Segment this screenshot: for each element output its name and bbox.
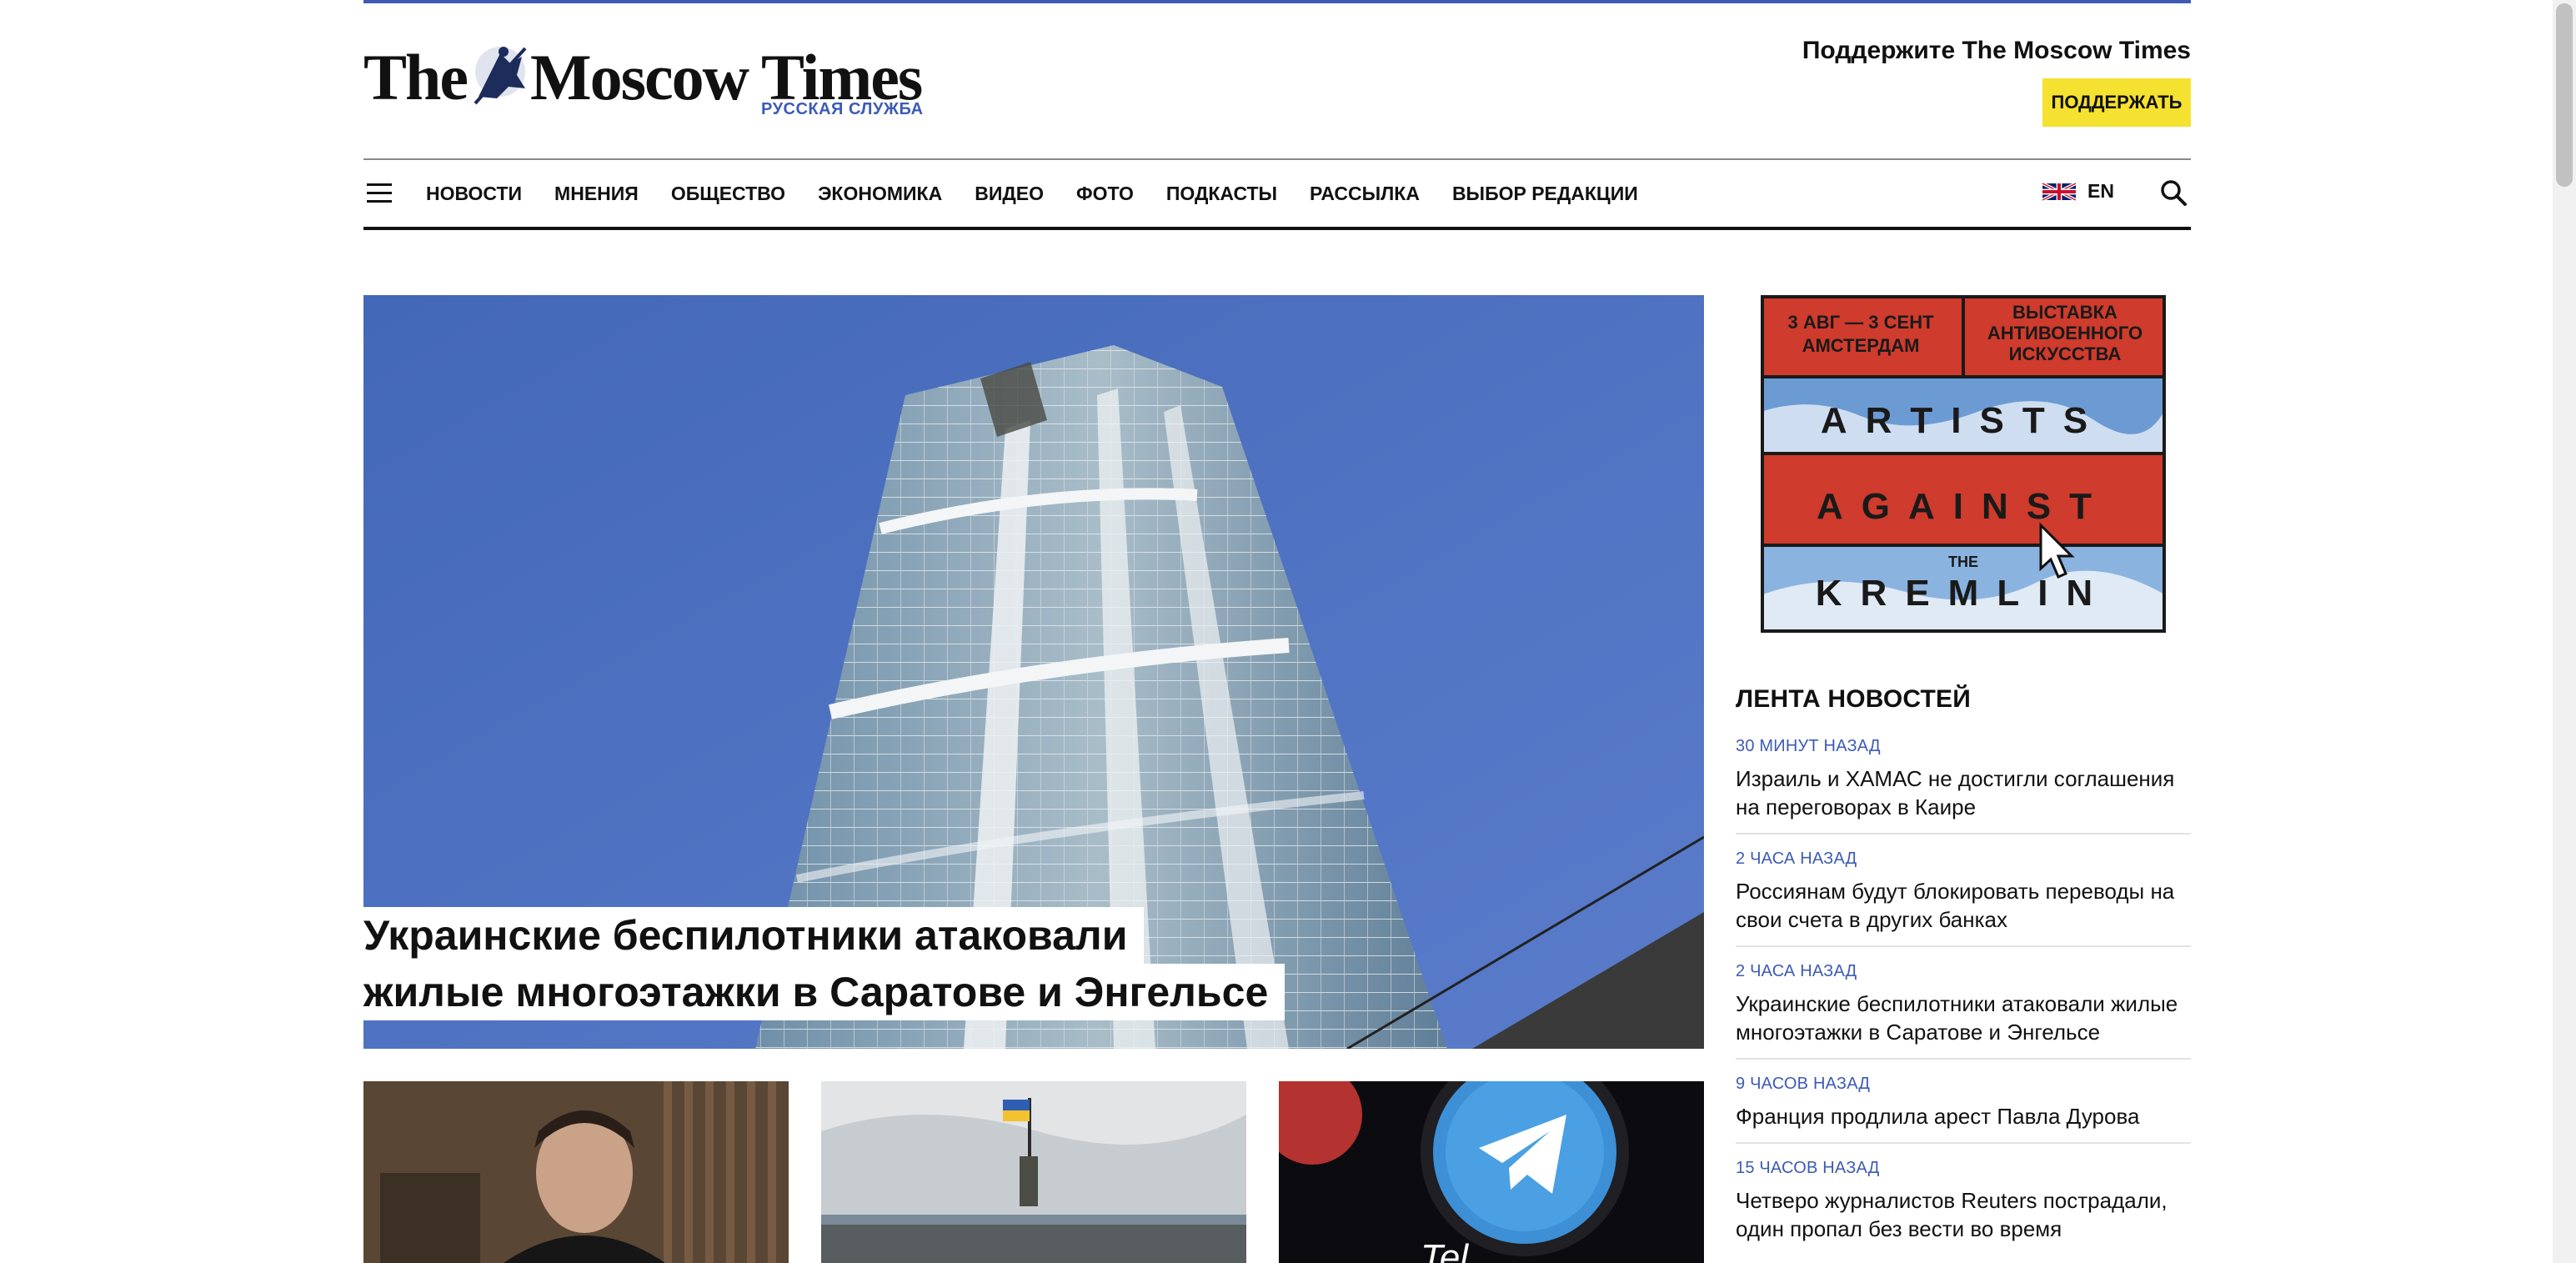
news-feed-headline[interactable]: Израиль и ХАМАС не достигли соглашения н… xyxy=(1736,764,2191,821)
hero-title-line-1: Украинские беспилотники атаковали xyxy=(363,907,1145,964)
hero-title-line-2: жилые многоэтажки в Саратове и Энгельсе xyxy=(363,964,1285,1020)
main-nav: НОВОСТИ МНЕНИЯ ОБЩЕСТВО ЭКОНОМИКА ВИДЕО … xyxy=(363,158,2191,230)
support-button[interactable]: ПОДДЕРЖАТЬ xyxy=(2042,78,2191,127)
ad-exhibit-line-1: ВЫСТАВКА xyxy=(2012,302,2117,323)
language-switch[interactable]: EN xyxy=(2042,180,2114,203)
ad-word-against: AGAINST xyxy=(1817,486,2110,527)
ad-dates-line-2: АМСТЕРДАМ xyxy=(1802,335,1920,356)
ad-exhibit-line-3: ИСКУССТВА xyxy=(2009,343,2122,364)
ad-word-kremlin: KREMLIN xyxy=(1816,573,2111,614)
news-feed-item[interactable]: 30 МИНУТ НАЗАД Израиль и ХАМАС не достиг… xyxy=(1736,737,2191,834)
page-scrollbar-track[interactable] xyxy=(2553,0,2576,1263)
hamburger-menu-icon[interactable] xyxy=(367,183,392,203)
thumbnail-article-flag[interactable] xyxy=(821,1081,1246,1263)
news-feed-item[interactable]: 15 ЧАСОВ НАЗАД Четверо журналистов Reute… xyxy=(1736,1159,2191,1255)
news-feed-time: 2 ЧАСА НАЗАД xyxy=(1736,962,1857,980)
hero-title[interactable]: Украинские беспилотники атаковали жилые … xyxy=(363,907,1285,1020)
search-icon[interactable] xyxy=(2159,178,2188,207)
site-header: The Moscow Times РУССКАЯ СЛУЖБА Поддержит… xyxy=(363,3,2191,158)
ad-exhibit-line-2: АНТИВОЕННОГО xyxy=(1987,323,2142,343)
news-feed-headline[interactable]: Четверо журналистов Reuters пострадали, … xyxy=(1736,1186,2191,1243)
ad-word-the: THE xyxy=(1948,554,1978,570)
nav-item-society[interactable]: ОБЩЕСТВО xyxy=(671,183,785,205)
ad-dates-line-1: 3 АВГ — 3 СЕНТ xyxy=(1787,312,1934,333)
news-feed-time: 30 МИНУТ НАЗАД xyxy=(1736,737,1881,755)
news-feed: ЛЕНТА НОВОСТЕЙ 30 МИНУТ НАЗАД Израиль и … xyxy=(1736,685,2191,1263)
logo-subtitle: РУССКАЯ СЛУЖБА xyxy=(761,100,924,118)
nav-items: НОВОСТИ МНЕНИЯ ОБЩЕСТВО ЭКОНОМИКА ВИДЕО … xyxy=(426,160,1671,227)
news-feed-item[interactable]: 2 ЧАСА НАЗАД Россиянам будут блокировать… xyxy=(1736,850,2191,947)
site-logo[interactable]: The Moscow Times РУССКАЯ СЛУЖБА xyxy=(363,35,939,127)
thumbnail-article-telegram[interactable]: Tel xyxy=(1279,1081,1704,1263)
support-title: Поддержите The Moscow Times xyxy=(1802,37,2191,64)
thumbnail-image-telegram: Tel xyxy=(1279,1081,1704,1263)
news-feed-time: 15 ЧАСОВ НАЗАД xyxy=(1736,1159,1880,1177)
ad-banner-artists-against-kremlin[interactable]: 3 АВГ — 3 СЕНТ АМСТЕРДАМ ВЫСТАВКА АНТИВО… xyxy=(1761,295,2166,633)
news-feed-item[interactable]: 2 ЧАСА НАЗАД Украинские беспилотники ата… xyxy=(1736,962,2191,1060)
ad-word-artists: ARTISTS xyxy=(1821,400,2106,441)
news-feed-headline[interactable]: Украинские беспилотники атаковали жилые … xyxy=(1736,990,2191,1046)
nav-item-news[interactable]: НОВОСТИ xyxy=(426,183,522,205)
ad-banner-image: 3 АВГ — 3 СЕНТ АМСТЕРДАМ ВЫСТАВКА АНТИВО… xyxy=(1761,295,2166,633)
hero-article[interactable]: Украинские беспилотники атаковали жилые … xyxy=(363,295,1704,1049)
logo-the: The xyxy=(363,41,469,113)
news-feed-headline[interactable]: Россиянам будут блокировать переводы на … xyxy=(1736,877,2191,934)
page-scrollbar-thumb[interactable] xyxy=(2556,3,2573,187)
news-feed-time: 2 ЧАСА НАЗАД xyxy=(1736,850,1857,868)
telegram-text: Tel xyxy=(1421,1237,1469,1263)
news-feed-time: 9 ЧАСОВ НАЗАД xyxy=(1736,1075,1871,1093)
nav-item-podcasts[interactable]: ПОДКАСТЫ xyxy=(1166,183,1277,205)
uk-flag-icon xyxy=(2042,181,2077,202)
news-feed-headline[interactable]: Франция продлила арест Павла Дурова xyxy=(1736,1102,2191,1130)
language-label: EN xyxy=(2087,180,2114,202)
nav-item-video[interactable]: ВИДЕО xyxy=(975,183,1044,205)
news-feed-title: ЛЕНТА НОВОСТЕЙ xyxy=(1736,685,1972,713)
nav-item-newsletter[interactable]: РАССЫЛКА xyxy=(1310,183,1420,205)
nav-item-photo[interactable]: ФОТО xyxy=(1076,183,1134,205)
st-george-emblem-icon xyxy=(474,47,527,105)
nav-item-economy[interactable]: ЭКОНОМИКА xyxy=(818,183,942,205)
thumbnail-image-person xyxy=(363,1081,789,1263)
news-feed-item[interactable]: 9 ЧАСОВ НАЗАД Франция продлила арест Пав… xyxy=(1736,1075,2191,1144)
nav-item-editors-choice[interactable]: ВЫБОР РЕДАКЦИИ xyxy=(1452,183,1638,205)
nav-item-opinions[interactable]: МНЕНИЯ xyxy=(554,183,639,205)
thumbnail-image-flag xyxy=(821,1081,1246,1263)
thumbnail-article-durov[interactable] xyxy=(363,1081,789,1263)
